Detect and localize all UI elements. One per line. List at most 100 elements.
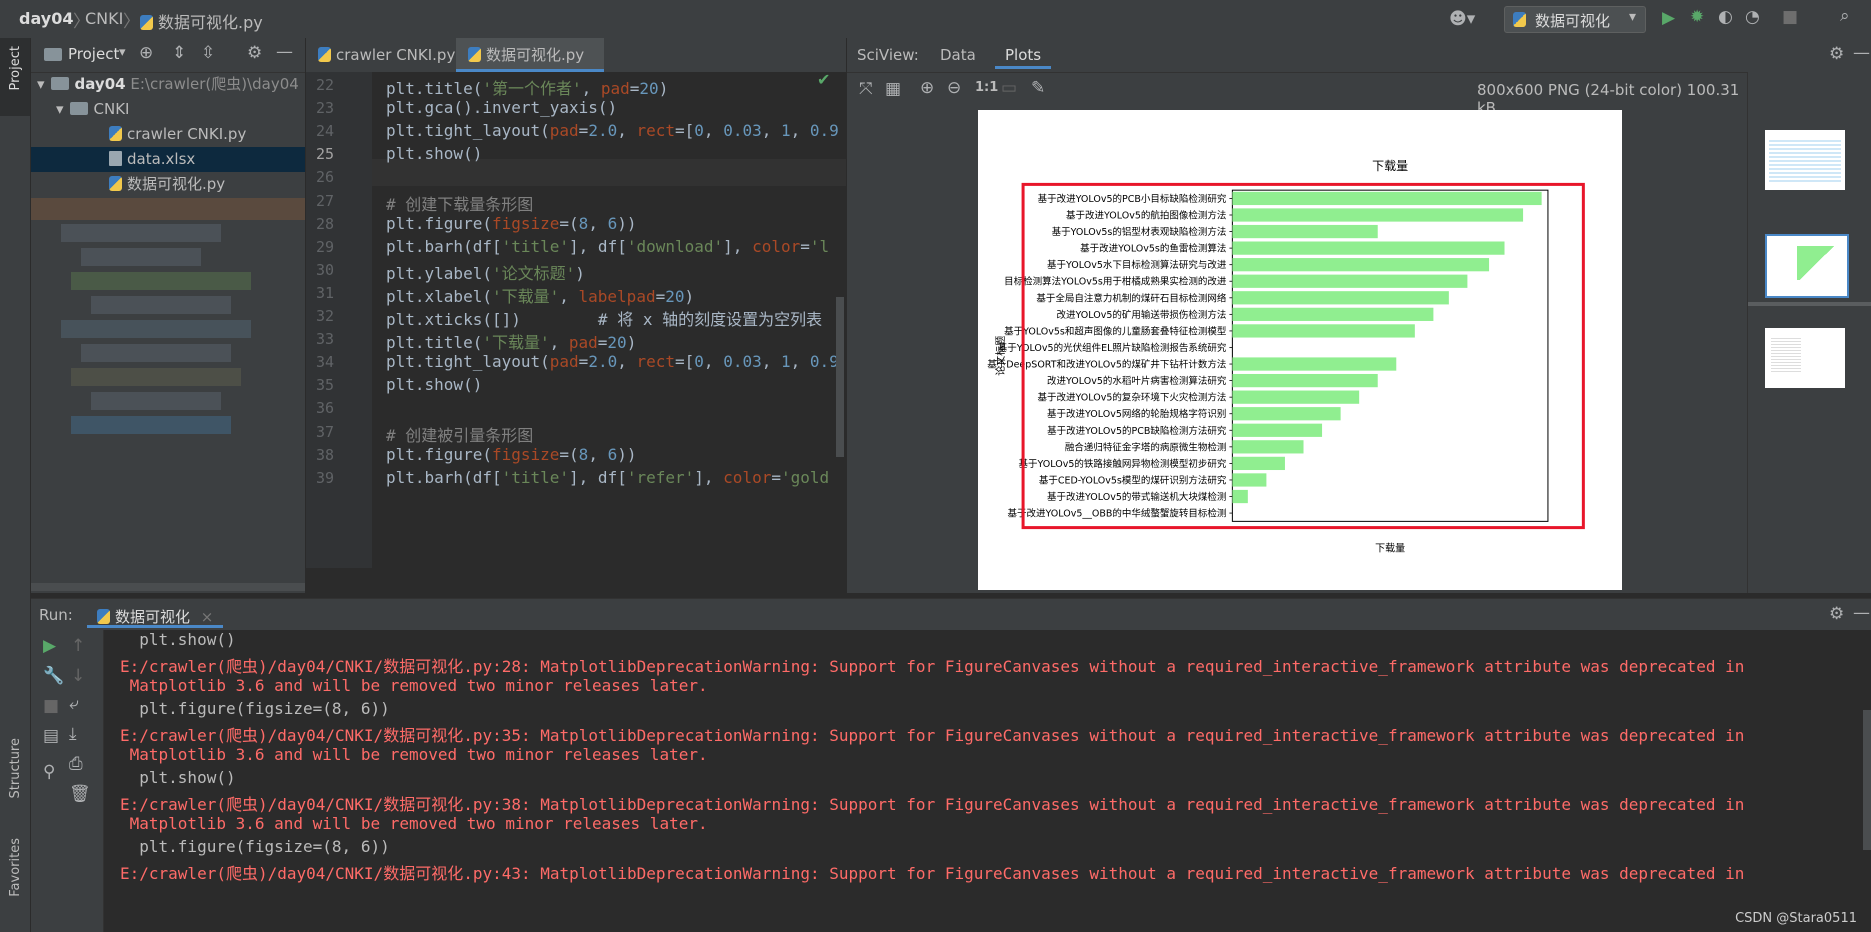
tree-file-crawler[interactable]: crawler CNKI.py (31, 122, 305, 147)
console-line: plt.show() (120, 630, 236, 649)
minimize-icon[interactable]: — (1853, 603, 1870, 623)
tree-file-visualization[interactable]: 数据可视化.py (31, 172, 305, 197)
run-tab[interactable]: 数据可视化 × (87, 599, 224, 628)
breadcrumb-day04[interactable]: day04 (19, 9, 73, 28)
tree-folder-cnki[interactable]: ▾ CNKI (31, 97, 305, 122)
up-arrow-icon[interactable]: ↑ (71, 636, 85, 656)
tree-root-day04[interactable]: ▾ day04 E:\crawler(爬虫)\day04 (31, 72, 305, 97)
color-picker-icon[interactable]: ✎ (1031, 78, 1045, 98)
tree-file-data-xlsx[interactable]: data.xlsx (31, 147, 305, 172)
line-number: 34 (315, 353, 334, 372)
tab-visualization[interactable]: 数据可视化.py × (456, 38, 604, 98)
console-scrollbar[interactable] (1863, 710, 1871, 850)
rerun-icon[interactable]: ▶ (43, 636, 56, 656)
actual-size-button[interactable]: 1:1 (975, 80, 998, 95)
fit-screen-icon[interactable]: ⤧ (859, 79, 873, 99)
grid-icon[interactable]: ▦ (885, 79, 901, 99)
y-tick-label: 目标检测算法YOLOv5s用于柑橘成熟果实检测的改进 (1004, 276, 1227, 288)
trash-icon[interactable]: 🗑 (69, 784, 91, 804)
horizontal-scrollbar[interactable] (31, 583, 305, 591)
sciview-header: SciView: Data Plots ⚙ — (847, 38, 1871, 73)
project-panel: Project ▾ ⊕ ⇕ ⇳ ⚙ — ▾ day04 E:\crawler(爬虫… (31, 38, 305, 593)
line-number: 24 (315, 122, 334, 141)
editor-tabs: crawler CNKI.py × 数据可视化.py × (306, 38, 846, 98)
run-toolbar: ▶ ↑ 🔧 ↓ ■ ⤶ ▤ ⤓ ⚲ ⎙ 🗑 (31, 630, 104, 932)
y-tick-label: 基于改进YOLOv5__OBB的中华绒螯蟹旋转目标检测 (1008, 508, 1227, 520)
code-line: plt.title('下载量', pad=20) (386, 333, 637, 353)
run-panel-header: Run: 数据可视化 × ⚙ — (31, 598, 1871, 632)
stop-icon[interactable]: ■ (43, 696, 59, 716)
code-editor[interactable]: plt.title('第一个作者', pad=20) plt.gca().inve… (372, 72, 846, 568)
coverage-icon[interactable]: ◐ (1718, 7, 1733, 27)
minimize-icon[interactable]: — (276, 42, 293, 62)
sciview-label: SciView: (857, 46, 919, 64)
tab-crawler-cnki[interactable]: crawler CNKI.py × (306, 38, 464, 98)
fit-zoom-icon[interactable]: ▭ (1001, 78, 1017, 98)
code-line: plt.ylabel('论文标题') (386, 263, 585, 283)
thumbnail-scrollbar[interactable] (1748, 302, 1871, 306)
bar (1232, 440, 1304, 454)
breadcrumb-file[interactable]: 数据可视化.py (140, 9, 263, 33)
breadcrumb-cnki[interactable]: CNKI (85, 9, 123, 28)
soft-wrap-icon[interactable]: ⤶ (69, 694, 79, 714)
structure-tool-tab[interactable]: Structure (8, 738, 23, 798)
code-line: plt.figure(figsize=(8, 6)) (386, 444, 637, 464)
zoom-in-icon[interactable]: ⊕ (920, 78, 934, 98)
y-tick-label: 基于改进YOLOv5的带式输送机大块煤检测 (1047, 491, 1226, 503)
project-tool-tab[interactable]: Project (0, 38, 30, 116)
line-number: 29 (315, 237, 334, 256)
locate-icon[interactable]: ⊕ (139, 43, 153, 63)
search-icon[interactable]: ⌕ (1840, 6, 1850, 26)
bar (1232, 258, 1490, 272)
pin-icon[interactable]: ⚲ (43, 762, 55, 782)
y-tick-label: 基于YOLOv5s的铝型材表观缺陷检测方法 (1052, 226, 1227, 238)
plot-thumbnails (1747, 72, 1871, 593)
bar (1232, 423, 1323, 437)
zoom-out-icon[interactable]: ⊖ (947, 78, 961, 98)
y-tick-label: 基于改进YOLOv5s的鱼雷检测算法 (1080, 243, 1226, 255)
user-icon[interactable]: ☻▾ (1449, 9, 1475, 29)
python-icon (97, 609, 110, 624)
stop-icon[interactable]: ■ (1782, 7, 1798, 27)
wrench-icon[interactable]: 🔧 (43, 666, 64, 686)
console-output[interactable]: plt.show() E:/crawler(爬虫)/day04/CNKI/数据可视… (104, 630, 1871, 932)
favorites-tool-tab[interactable]: Favorites (8, 838, 23, 897)
y-tick-label: 基于YOLOv5的铁路接触网异物检测模型初步研究 (1019, 458, 1227, 470)
gear-icon[interactable]: ⚙ (1829, 604, 1844, 624)
run-config-label: 数据可视化 (1535, 12, 1611, 30)
tab-plots[interactable]: Plots (995, 38, 1052, 69)
print-icon[interactable]: ⎙ (69, 754, 83, 774)
editor-scrollbar[interactable] (836, 297, 844, 457)
plot-thumbnail-3[interactable] (1765, 328, 1845, 388)
layout-icon[interactable]: ▤ (43, 726, 59, 746)
console-line: plt.figure(figsize=(8, 6)) (120, 699, 390, 718)
collapse-all-icon[interactable]: ⇳ (201, 43, 215, 63)
run-config-selector[interactable]: 数据可视化 ▾ (1504, 6, 1646, 33)
scroll-to-end-icon[interactable]: ⤓ (69, 724, 77, 744)
y-tick-label: 融合递归特征金字塔的病原微生物检测 (1065, 441, 1227, 453)
line-number: 23 (315, 99, 334, 118)
code-line: plt.tight_layout(pad=2.0, rect=[0, 0.03,… (386, 352, 839, 372)
down-arrow-icon[interactable]: ↓ (71, 666, 85, 686)
tab-data[interactable]: Data (940, 46, 976, 64)
sciview-panel: SciView: Data Plots ⚙ — ⤧ ▦ ⊕ ⊖ 1:1 ▭ ✎ … (847, 38, 1871, 593)
folder-icon (69, 102, 88, 115)
line-number: 26 (315, 168, 334, 187)
plot-thumbnail-2[interactable] (1765, 234, 1849, 298)
minimize-icon[interactable]: — (1853, 43, 1870, 63)
gear-icon[interactable]: ⚙ (1829, 44, 1844, 64)
project-view-selector[interactable]: Project (68, 45, 119, 63)
bar (1232, 456, 1285, 471)
watermark: CSDN @Stara0511 (1735, 911, 1857, 926)
debug-icon[interactable]: ✹ (1690, 7, 1704, 27)
line-number: 33 (315, 330, 334, 349)
close-icon[interactable]: × (201, 608, 214, 626)
gear-icon[interactable]: ⚙ (247, 43, 262, 63)
profile-icon[interactable]: ◔ (1745, 7, 1760, 27)
y-tick-label: 基于YOLOv5的光伏组件EL照片缺陷检测报告系统研究 (998, 342, 1227, 354)
code-line: # 创建被引量条形图 (386, 425, 534, 445)
line-number: 39 (315, 468, 334, 487)
run-icon[interactable]: ▶ (1662, 8, 1675, 28)
plot-thumbnail-1[interactable] (1765, 130, 1845, 190)
expand-all-icon[interactable]: ⇕ (172, 43, 186, 63)
